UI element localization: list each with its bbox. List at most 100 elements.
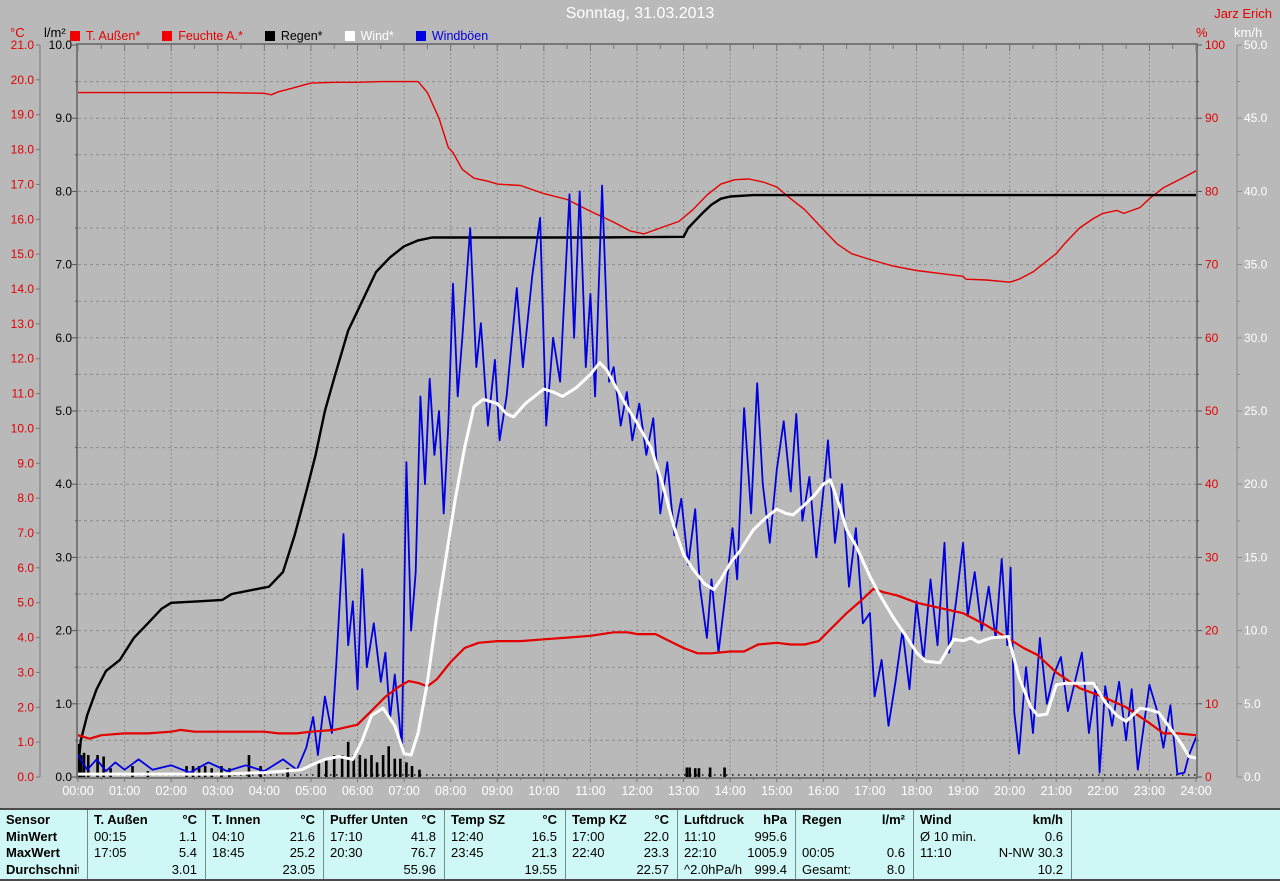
wind-axis-tick-label: 50.0 bbox=[1244, 38, 1268, 52]
table-cell: Temp KZ °C bbox=[566, 812, 677, 829]
table-cell: Puffer Unten °C bbox=[324, 812, 444, 829]
temp-axis-tick-label: 16.0 bbox=[11, 212, 35, 226]
wind-axis-tick-label: 25.0 bbox=[1244, 404, 1268, 418]
table-column-temp-kz: Temp KZ °C 17:00 22.0 22:40 23.3 22.57 bbox=[566, 810, 678, 879]
cell-text-right: 10.2 bbox=[1037, 861, 1063, 877]
cell-text-right: 999.4 bbox=[754, 861, 787, 877]
temp-axis-tick-label: 4.0 bbox=[17, 631, 34, 645]
x-axis-label: 20:00 bbox=[994, 784, 1025, 798]
cell-text-left: Temp SZ bbox=[451, 812, 505, 827]
temp-axis-tick-label: 11.0 bbox=[12, 387, 35, 401]
cell-text-left: 22:10 bbox=[684, 845, 717, 860]
x-axis-label: 14:00 bbox=[715, 784, 746, 798]
x-axis-label: 00:00 bbox=[62, 784, 93, 798]
temp-axis-tick-label: 17.0 bbox=[11, 177, 35, 191]
legend-swatch-icon bbox=[415, 31, 426, 41]
table-cell: Regen l/m² bbox=[796, 812, 913, 829]
table-cell: 04:10 21.6 bbox=[206, 829, 323, 846]
humidity-axis-tick-label: 70 bbox=[1205, 258, 1219, 272]
x-axis-label: 03:00 bbox=[202, 784, 233, 798]
humidity-axis-tick-label: 30 bbox=[1205, 550, 1219, 564]
humidity-axis-tick-label: 60 bbox=[1205, 331, 1219, 345]
cell-text-left: T. Innen bbox=[212, 812, 261, 827]
humidity-axis-tick-label: 100 bbox=[1205, 38, 1225, 52]
rain-axis-tick-label: 7.0 bbox=[55, 258, 72, 272]
legend-item-windb-en: Windböen bbox=[415, 29, 488, 43]
x-axis-label: 04:00 bbox=[249, 784, 280, 798]
table-cell: 23:45 21.3 bbox=[445, 845, 565, 862]
x-axis-label: 22:00 bbox=[1087, 784, 1118, 798]
legend-label: Wind* bbox=[360, 29, 394, 43]
cell-text-left: 20:30 bbox=[330, 845, 363, 860]
legend-item-t-au-en-: T. Außen* bbox=[70, 29, 140, 43]
table-cell: Gesamt: 8.0 bbox=[796, 862, 913, 879]
legend-swatch-icon bbox=[162, 31, 173, 41]
x-axis-label: 17:00 bbox=[854, 784, 885, 798]
table-cell: 22:10 1005.9 bbox=[678, 845, 795, 862]
cell-text-left: Luftdruck bbox=[684, 812, 744, 827]
rain-axis-tick-label: 4.0 bbox=[55, 477, 72, 491]
rain-axis-tick-label: 3.0 bbox=[55, 550, 72, 564]
rain-axis-tick-label: 9.0 bbox=[55, 111, 72, 125]
cell-text-right: 21.3 bbox=[531, 845, 557, 860]
table-cell: 17:00 22.0 bbox=[566, 829, 677, 846]
temp-axis-tick-label: 1.0 bbox=[17, 735, 34, 749]
legend: T. Außen* Feuchte A.* Regen* Wind* Windböen bbox=[70, 29, 488, 43]
cell-text-left: 00:05 bbox=[802, 845, 835, 860]
temp-axis-tick-label: 2.0 bbox=[17, 700, 34, 714]
rain-axis-tick-label: 0.0 bbox=[55, 770, 72, 784]
temp-axis-tick-label: 9.0 bbox=[17, 456, 34, 470]
cell-text-right: 41.8 bbox=[410, 828, 436, 844]
table-column-luftdruck: Luftdruck hPa 11:10 995.6 22:10 1005.9 ^2.0hPa… bbox=[678, 810, 796, 879]
cell-text-right: 1005.9 bbox=[747, 845, 787, 860]
cell-text-left: 17:05 bbox=[94, 845, 127, 860]
temp-axis-tick-label: 6.0 bbox=[17, 561, 34, 575]
table-cell: 00:15 1.1 bbox=[88, 829, 205, 846]
table-cell: Wind km/h bbox=[914, 812, 1071, 829]
table-cell: 11:10 N-NW 30.3 bbox=[914, 845, 1071, 862]
cell-text-left: Temp KZ bbox=[572, 812, 627, 827]
temp-axis-tick-label: 18.0 bbox=[11, 143, 35, 157]
humidity-axis-tick-label: 20 bbox=[1205, 624, 1219, 638]
x-axis-label: 23:00 bbox=[1134, 784, 1165, 798]
cell-text-left: 23:45 bbox=[451, 845, 484, 860]
temp-axis-tick-label: 14.0 bbox=[11, 282, 35, 296]
table-cell: 10.2 bbox=[914, 862, 1071, 879]
cell-text-left: 17:00 bbox=[572, 828, 605, 844]
table-cell: T. Innen °C bbox=[206, 812, 323, 829]
cell-text-right: 25.2 bbox=[289, 845, 315, 860]
humidity-axis-tick-label: 10 bbox=[1205, 697, 1219, 711]
table-column-regen: Regen l/m² 00:05 0.6 Gesamt: 8.0 bbox=[796, 810, 914, 879]
cell-text-left: Puffer Unten bbox=[330, 812, 408, 827]
table-cell: MinWert bbox=[0, 829, 87, 846]
table-column-puffer-unten: Puffer Unten °C 17:10 41.8 20:30 76.7 55.96 bbox=[324, 810, 445, 879]
x-axis-label: 15:00 bbox=[761, 784, 792, 798]
cell-text-left: 17:10 bbox=[330, 828, 363, 844]
cell-text-left: 00:15 bbox=[94, 828, 127, 844]
wind-axis-tick-label: 0.0 bbox=[1244, 770, 1261, 784]
table-cell: 17:10 41.8 bbox=[324, 829, 444, 846]
weather-chart-window: 00:00 01:00 02:00 03:00 04:00 05:00 06:00 07:00… bbox=[0, 0, 1280, 881]
cell-text-left: Ø 10 min. bbox=[920, 828, 977, 844]
wind-axis-tick-label: 15.0 bbox=[1244, 550, 1268, 564]
x-axis-label: 10:00 bbox=[528, 784, 559, 798]
rain-axis-tick-label: 6.0 bbox=[55, 331, 72, 345]
table-cell: Durchschnitt bbox=[0, 862, 87, 879]
cell-text-right: 0.6 bbox=[886, 845, 905, 860]
cell-text-right: 3.01 bbox=[171, 861, 197, 877]
cell-text-right: °C bbox=[421, 812, 436, 827]
cell-text-right: °C bbox=[300, 812, 315, 827]
cell-text-right: 22.0 bbox=[643, 828, 669, 844]
page-title: Sonntag, 31.03.2013 bbox=[565, 5, 715, 22]
table-cell: Luftdruck hPa bbox=[678, 812, 795, 829]
cell-text-right: °C bbox=[654, 812, 669, 827]
legend-item-feuchte-a-: Feuchte A.* bbox=[162, 29, 243, 43]
legend-swatch-icon bbox=[344, 31, 355, 41]
cell-text-left: Sensor bbox=[6, 812, 51, 827]
cell-text-right: 8.0 bbox=[886, 861, 905, 877]
cell-text-right: 55.96 bbox=[403, 861, 436, 877]
x-axis-label: 09:00 bbox=[482, 784, 513, 798]
temp-axis-tick-label: 13.0 bbox=[11, 317, 35, 331]
wind-axis-tick-label: 45.0 bbox=[1244, 111, 1268, 125]
cell-text-left: 12:40 bbox=[451, 828, 484, 844]
